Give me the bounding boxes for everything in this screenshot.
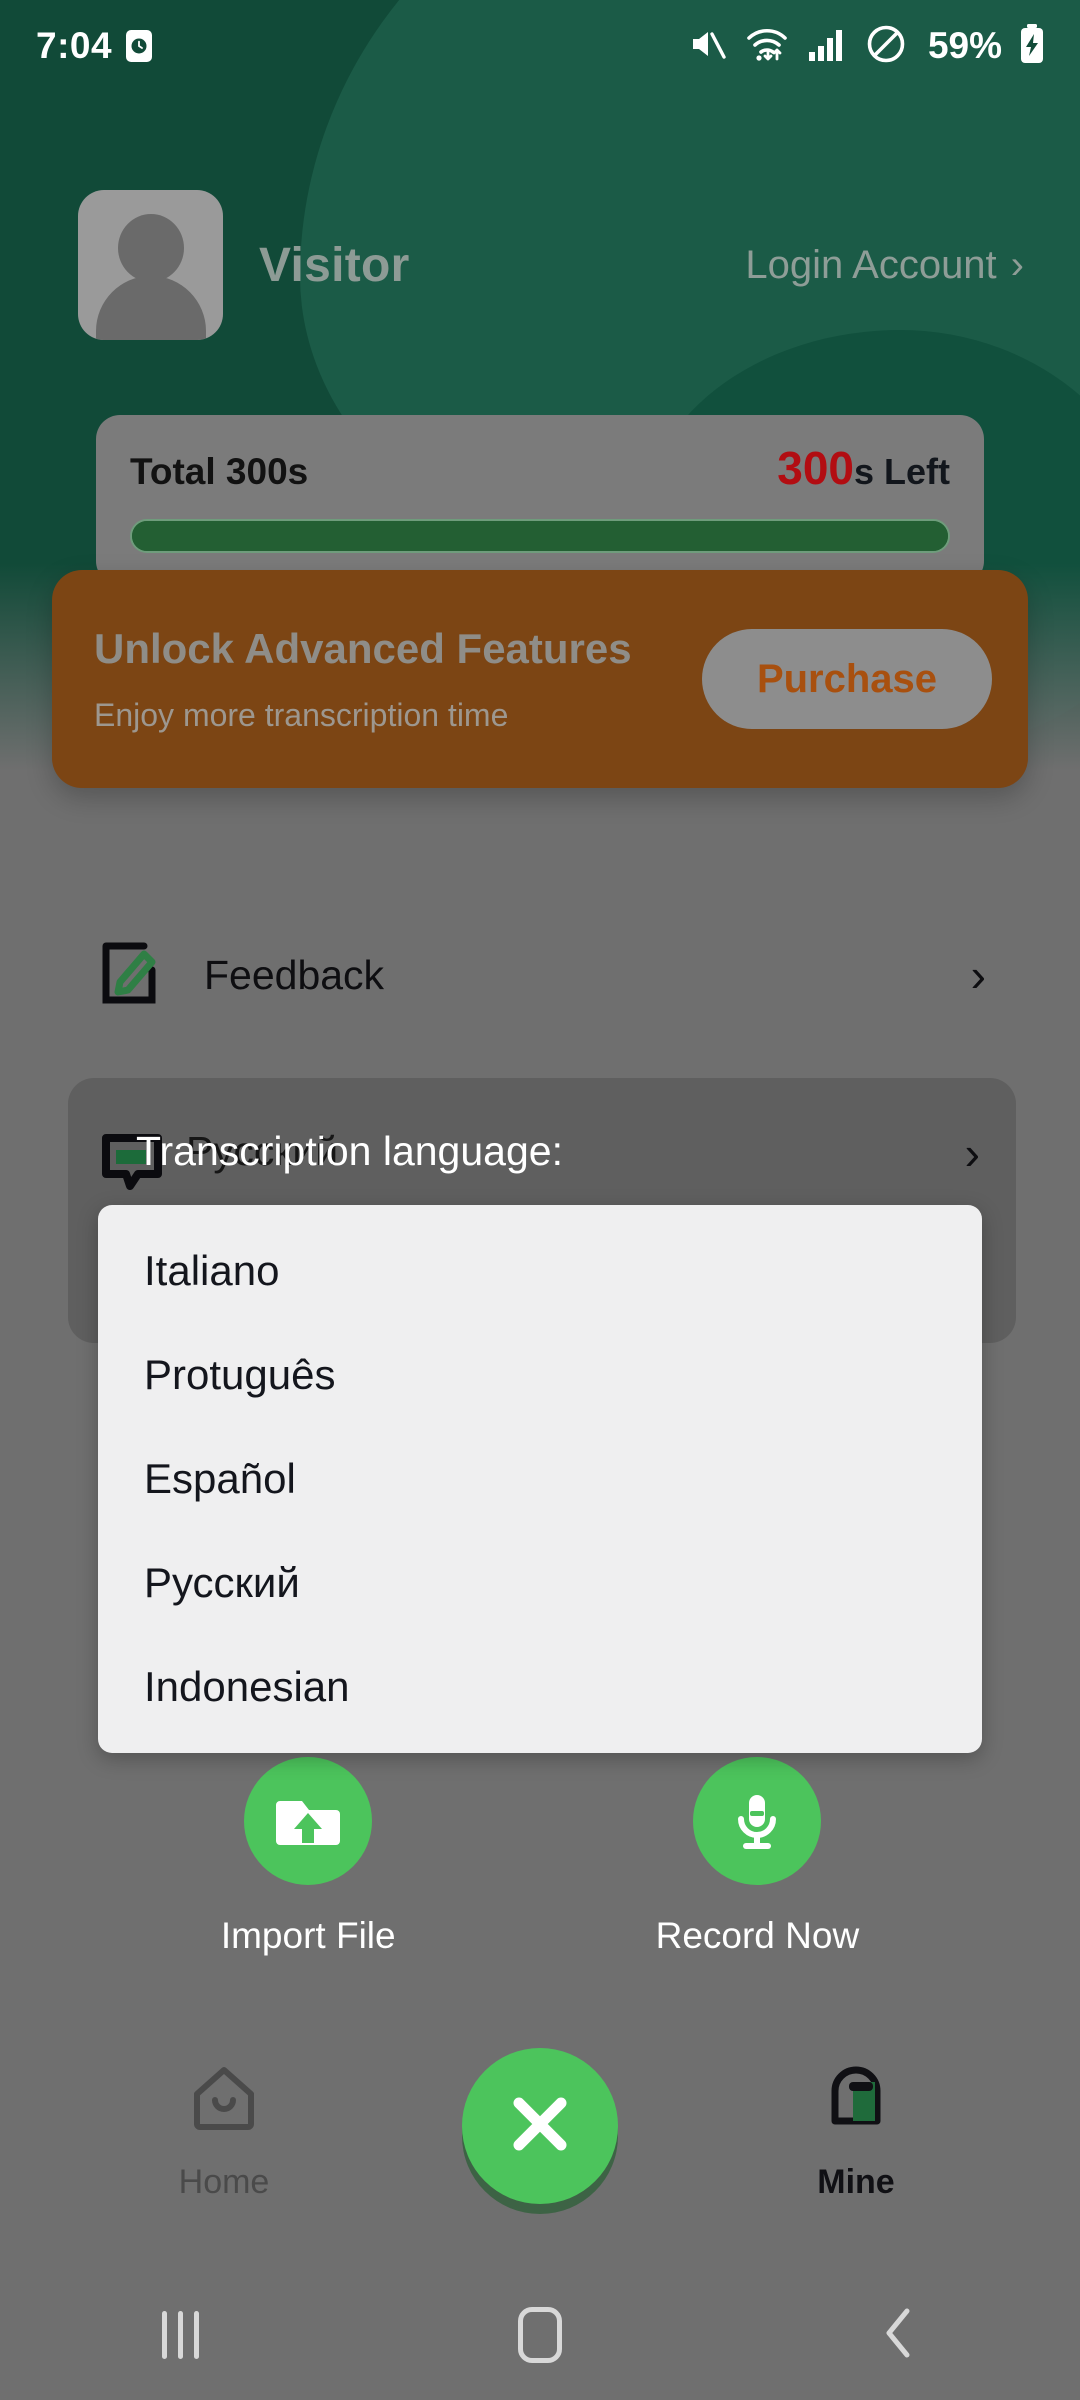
language-dropdown[interactable]: Italiano Protuguês Español Русский Indonesia… bbox=[98, 1205, 982, 1753]
signal-icon bbox=[806, 25, 848, 68]
system-home-button[interactable] bbox=[450, 2270, 630, 2400]
import-file-button[interactable]: Import File bbox=[221, 1757, 396, 1987]
chevron-right-icon: › bbox=[964, 1127, 980, 1179]
login-account-button[interactable]: Login Account › bbox=[745, 243, 1024, 288]
folder-upload-icon bbox=[244, 1757, 373, 1885]
avatar[interactable] bbox=[78, 190, 223, 340]
time-progress-fill bbox=[132, 521, 948, 551]
system-recents-button[interactable] bbox=[90, 2270, 270, 2400]
language-option[interactable]: Protuguês bbox=[98, 1323, 982, 1427]
status-bar-clock: 7:04 bbox=[36, 25, 113, 66]
record-now-button[interactable]: Record Now bbox=[655, 1757, 860, 1987]
profile-row: Visitor Login Account › bbox=[0, 185, 1080, 345]
nav-item-home[interactable]: Home bbox=[124, 2062, 324, 2202]
avatar-head-shape bbox=[117, 214, 184, 282]
record-now-label: Record Now bbox=[655, 1915, 860, 1956]
total-time-header: Total 300s 300s Left bbox=[130, 441, 950, 495]
quick-actions: Import File Record Now bbox=[0, 1757, 1080, 1987]
import-file-label: Import File bbox=[220, 1915, 396, 1956]
time-progress-track bbox=[130, 519, 950, 553]
system-navigation-bar bbox=[0, 2270, 1080, 2400]
battery-percent-label: 59% bbox=[927, 25, 1002, 66]
upgrade-banner[interactable]: Unlock Advanced Features Enjoy more tran… bbox=[52, 570, 1028, 788]
edit-note-icon bbox=[98, 940, 160, 1011]
close-fab-button[interactable] bbox=[462, 2048, 618, 2204]
login-account-label: Login Account bbox=[745, 242, 997, 287]
microphone-icon bbox=[693, 1757, 822, 1885]
nav-item-mine-label: Mine bbox=[817, 2163, 895, 2201]
language-option[interactable]: Español bbox=[98, 1427, 982, 1531]
total-time-card: Total 300s 300s Left bbox=[96, 415, 984, 585]
system-back-button[interactable] bbox=[810, 2270, 990, 2400]
clock-icon bbox=[126, 30, 153, 62]
battery-charging-icon bbox=[1018, 23, 1046, 70]
status-bar-left: 7:04 bbox=[36, 25, 153, 67]
do-not-disturb-icon bbox=[864, 22, 908, 71]
language-option[interactable]: Русский bbox=[98, 1531, 982, 1635]
chevron-right-icon: › bbox=[1010, 243, 1024, 287]
user-name: Visitor bbox=[259, 238, 410, 292]
language-option[interactable]: Italiano bbox=[98, 1219, 982, 1323]
purchase-button[interactable]: Purchase bbox=[702, 629, 992, 729]
transcription-language-label: Transcription language: bbox=[136, 1128, 563, 1174]
phone-screen: Visitor Login Account › Total 300s 300s … bbox=[0, 0, 1080, 2400]
chevron-right-icon: › bbox=[970, 949, 986, 1001]
close-x-icon bbox=[501, 2085, 579, 2168]
status-bar-right: 59% bbox=[686, 22, 1046, 71]
nav-item-mine[interactable]: Mine bbox=[756, 2062, 956, 2202]
language-option[interactable]: Indonesian bbox=[98, 1635, 982, 1739]
remaining-time-number: 300 bbox=[777, 442, 854, 494]
upgrade-banner-title: Unlock Advanced Features bbox=[94, 624, 632, 672]
home-icon bbox=[187, 2062, 261, 2141]
remaining-time-suffix: s Left bbox=[853, 451, 950, 492]
profile-bag-icon bbox=[819, 2062, 893, 2141]
back-chevron-icon bbox=[877, 2305, 923, 2366]
home-square-icon bbox=[518, 2307, 562, 2363]
mute-icon bbox=[686, 23, 728, 70]
feedback-row[interactable]: Feedback › bbox=[66, 910, 1014, 1040]
status-bar: 7:04 59% bbox=[0, 0, 1080, 92]
wifi-icon bbox=[744, 23, 790, 70]
remaining-time-label: 300s Left bbox=[777, 441, 950, 495]
upgrade-banner-subtitle: Enjoy more transcription time bbox=[94, 696, 509, 733]
avatar-body-shape bbox=[95, 276, 206, 340]
recents-icon bbox=[161, 2311, 199, 2359]
upgrade-banner-texts: Unlock Advanced Features Enjoy more tran… bbox=[94, 625, 632, 734]
feedback-label: Feedback bbox=[204, 951, 385, 998]
total-time-label: Total 300s bbox=[130, 451, 309, 492]
nav-item-home-label: Home bbox=[178, 2163, 270, 2201]
bottom-navigation: Home Mine bbox=[0, 2040, 1080, 2230]
